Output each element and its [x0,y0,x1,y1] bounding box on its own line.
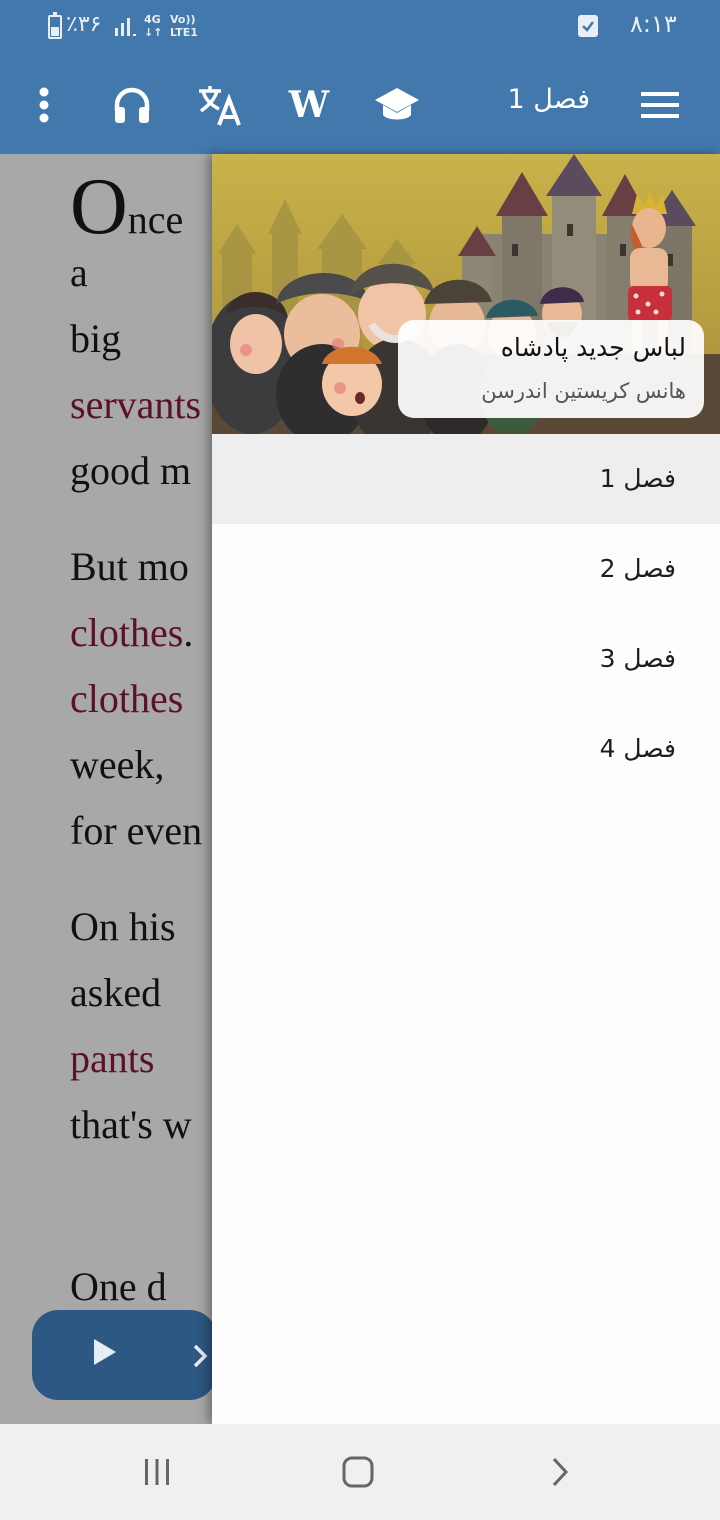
chapter-title: فصل 1 [507,84,590,115]
listen-button[interactable] [104,56,160,154]
more-vert-icon [39,87,49,123]
menu-button[interactable] [636,56,684,154]
network-type: 4G ↓↑ [144,13,163,39]
home-icon [342,1456,374,1488]
book-author: هانس کریستین اندرسن [481,379,686,403]
headphones-icon [114,87,150,123]
graduation-cap-icon [375,88,419,120]
back-button[interactable] [520,1424,600,1520]
lte-label: Vo)) LTE1 [170,13,198,39]
home-button[interactable] [318,1424,398,1520]
more-options-button[interactable] [20,56,68,154]
chapter-list: فصل 1 فصل 2 فصل 3 فصل 4 [212,434,720,794]
book-title: لباس جدید پادشاه [500,333,686,362]
audio-player-control[interactable] [32,1310,216,1400]
back-icon [552,1457,569,1487]
battery-percent: ٪۳۶ [66,12,102,37]
recents-button[interactable] [117,1424,197,1520]
chapter-item-1[interactable]: فصل 1 [212,434,720,524]
checkbox-notification-icon [578,15,598,37]
menu-icon [641,92,679,118]
signal-icon [115,18,136,36]
clock: ۸:۱۳ [630,10,677,38]
chapters-drawer: لباس جدید پادشاه هانس کریستین اندرسن فصل… [212,154,720,1424]
wikipedia-icon: W [288,84,330,126]
translate-icon [199,86,241,126]
system-navigation-bar [0,1424,720,1520]
chapter-item-2[interactable]: فصل 2 [212,524,720,614]
learn-button[interactable] [368,56,426,154]
app-bar: W فصل 1 [0,56,720,154]
book-info-card: لباس جدید پادشاه هانس کریستین اندرسن [398,320,704,418]
chapter-item-4[interactable]: فصل 4 [212,704,720,794]
translate-button[interactable] [190,56,250,154]
status-bar: ٪۳۶ 4G ↓↑ Vo)) LTE1 ۸:۱۳ [0,0,720,56]
wikipedia-button[interactable]: W [282,56,336,154]
battery-icon [48,12,62,39]
play-icon[interactable] [92,1337,118,1367]
chapter-item-3[interactable]: فصل 3 [212,614,720,704]
chevron-right-icon[interactable] [192,1343,208,1369]
book-cover-image: لباس جدید پادشاه هانس کریستین اندرسن [212,154,720,434]
recents-icon [145,1459,169,1485]
